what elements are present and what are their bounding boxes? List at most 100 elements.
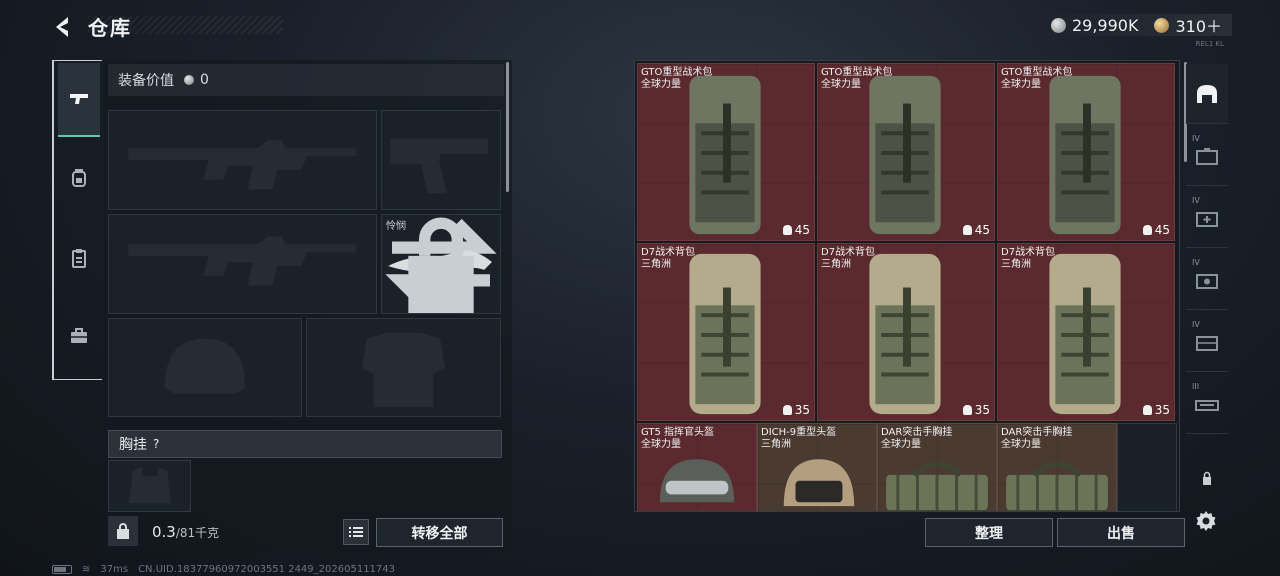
- tab-gear[interactable]: [58, 141, 100, 215]
- ping-text: 37ms: [100, 563, 129, 575]
- warehouse-category-column: IV IV IV IV III: [1186, 60, 1228, 500]
- list-view-button[interactable]: [343, 519, 369, 545]
- warehouse-item-dar-chest-rig-1[interactable]: DAR突击手胸挂 全球力量: [877, 423, 997, 511]
- warehouse-item-d7-backpack-1[interactable]: D7战术背包 三角洲 35: [637, 243, 815, 421]
- weapon-case-icon: [1195, 399, 1219, 411]
- bag-lock-button[interactable]: [108, 516, 138, 546]
- lock-icon: [408, 217, 474, 313]
- item-capacity: 45: [962, 223, 990, 237]
- ammo-case-icon: [1196, 273, 1218, 289]
- item-name: GTO重型战术包 全球力量: [1001, 67, 1073, 90]
- warehouse-item-d7-backpack-3[interactable]: D7战术背包 三角洲 35: [997, 243, 1175, 421]
- category-all[interactable]: [1186, 64, 1228, 124]
- melee-weapon-slot[interactable]: 怜悯: [381, 214, 501, 314]
- battery-icon: [52, 564, 72, 574]
- category-case-iv-b[interactable]: IV: [1186, 188, 1228, 248]
- padlock-icon: [117, 523, 129, 539]
- weight-bag-icon: [782, 405, 792, 415]
- category-locked[interactable]: [1186, 448, 1228, 508]
- sell-button[interactable]: 出售: [1057, 518, 1185, 547]
- primary-weapon-slot[interactable]: [108, 110, 377, 210]
- loadout-tabs: [52, 60, 102, 380]
- pistol-silhouette-icon: [390, 138, 489, 194]
- case-icon: [1196, 147, 1218, 165]
- category-case-iii[interactable]: III: [1186, 374, 1228, 434]
- warehouse-item-gto-backpack-3[interactable]: GTO重型战术包 全球力量 45: [997, 63, 1175, 241]
- item-name: GTO重型战术包 全球力量: [821, 67, 893, 90]
- backpack-icon: [72, 169, 86, 187]
- warehouse-grid: GTO重型战术包 全球力量 45 GTO重型战术包 全球力量 45 GTO重型战术包…: [634, 60, 1180, 512]
- weight-bag-icon: [962, 225, 972, 235]
- warehouse-item-gto-backpack-1[interactable]: GTO重型战术包 全球力量 45: [637, 63, 815, 241]
- lock-icon: [1203, 471, 1211, 485]
- item-capacity: 45: [1142, 223, 1170, 237]
- secondary-primary-weapon-slot[interactable]: [108, 214, 377, 314]
- warehouse-item-gto-backpack-2[interactable]: GTO重型战术包 全球力量 45: [817, 63, 995, 241]
- tab-toolkit[interactable]: [58, 299, 100, 373]
- case-icon: [1196, 335, 1218, 351]
- rifle-silhouette-icon: [128, 140, 356, 190]
- weight-bag-icon: [962, 405, 972, 415]
- silver-currency-value: 29,990K: [1071, 15, 1139, 35]
- wifi-icon: ≋: [82, 563, 91, 575]
- silver-coin-icon: [1050, 17, 1066, 33]
- helmet-slot[interactable]: [108, 318, 302, 417]
- weight-bag-icon: [782, 225, 792, 235]
- chest-rig-label: 胸挂: [119, 437, 147, 453]
- gear-icon[interactable]: [1194, 509, 1218, 533]
- item-capacity: 45: [782, 223, 810, 237]
- list-icon: [349, 527, 363, 537]
- gold-currency-value[interactable]: 310＋: [1175, 13, 1222, 37]
- weight-max: /81千克: [175, 526, 220, 540]
- help-icon[interactable]: ?: [153, 437, 159, 451]
- helmet-silhouette-icon: [164, 338, 246, 394]
- tab-clipboard[interactable]: [58, 221, 100, 295]
- tier-label: III: [1192, 382, 1200, 391]
- gold-coin-icon: [1154, 17, 1170, 33]
- empty-grid-cell[interactable]: [1117, 423, 1177, 511]
- page-title: 仓库: [88, 16, 132, 40]
- uid-text: CN.UID.18377960972003551 2449_2026051117…: [138, 563, 396, 575]
- equipment-scrollbar[interactable]: [506, 62, 509, 192]
- tier-label: IV: [1192, 134, 1200, 143]
- item-name: DAR突击手胸挂 全球力量: [881, 427, 953, 450]
- item-capacity: 35: [962, 403, 990, 417]
- transfer-all-button[interactable]: 转移全部: [376, 518, 503, 547]
- armor-slot[interactable]: [306, 318, 501, 417]
- medkit-case-icon: [1196, 211, 1218, 227]
- item-name: GTO重型战术包 全球力量: [641, 67, 713, 90]
- item-name: GT5 指挥官头盔 全球力量: [641, 427, 715, 450]
- equipment-value-header: 装备价值 0: [108, 64, 504, 96]
- sort-button[interactable]: 整理: [925, 518, 1053, 547]
- toolbox-icon: [71, 328, 87, 343]
- weight-bag-icon: [1142, 405, 1152, 415]
- status-bar: ≋ 37ms CN.UID.18377960972003551 2449_202…: [52, 562, 395, 576]
- weight-bag-icon: [1142, 225, 1152, 235]
- tab-weapons[interactable]: [58, 63, 100, 137]
- category-case-iv-a[interactable]: IV: [1186, 126, 1228, 186]
- pistol-icon: [70, 94, 88, 104]
- clipboard-icon: [72, 249, 86, 268]
- chest-rig-silhouette-icon: [128, 466, 172, 504]
- secondary-weapon-slot[interactable]: [381, 110, 501, 210]
- chest-rig-slot[interactable]: [108, 460, 191, 512]
- warehouse-item-dar-chest-rig-2[interactable]: DAR突击手胸挂 全球力量: [997, 423, 1117, 511]
- warehouse-item-gt5-helmet[interactable]: GT5 指挥官头盔 全球力量: [637, 423, 757, 511]
- equipment-value-label: 装备价值: [118, 73, 174, 89]
- item-name: DAR突击手胸挂 全球力量: [1001, 427, 1073, 450]
- warehouse-item-dich9-helmet[interactable]: DICH-9重型头盔 三角洲: [757, 423, 877, 511]
- category-case-iv-d[interactable]: IV: [1186, 312, 1228, 372]
- item-name: D7战术背包 三角洲: [821, 247, 876, 270]
- back-arrow-icon[interactable]: [50, 14, 76, 40]
- item-capacity: 35: [1142, 403, 1170, 417]
- item-name: DICH-9重型头盔 三角洲: [761, 427, 837, 450]
- silver-coin-icon: [184, 75, 194, 85]
- warehouse-item-d7-backpack-2[interactable]: D7战术背包 三角洲 35: [817, 243, 995, 421]
- category-case-iv-c[interactable]: IV: [1186, 250, 1228, 310]
- item-name: D7战术背包 三角洲: [1001, 247, 1056, 270]
- item-name: D7战术背包 三角洲: [641, 247, 696, 270]
- tier-label: IV: [1192, 196, 1200, 205]
- weight-indicator: 0.3/81千克: [152, 523, 219, 541]
- rifle-silhouette-icon: [128, 236, 356, 286]
- chest-rig-header[interactable]: 胸挂 ?: [108, 430, 502, 458]
